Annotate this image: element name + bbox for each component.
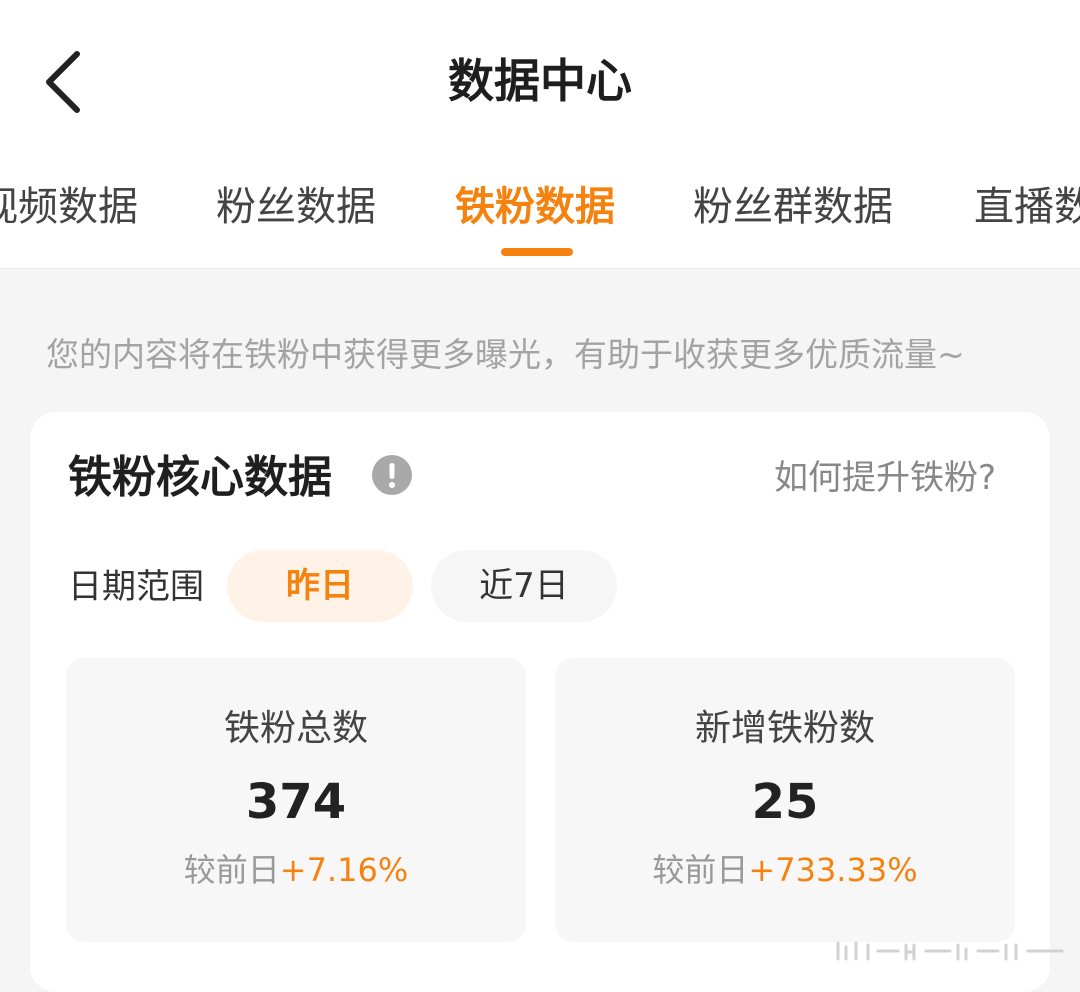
tab-video-data[interactable]: 视频数据 — [0, 183, 138, 231]
info-icon[interactable] — [372, 455, 412, 495]
stat-change: 较前日+7.16% — [66, 848, 526, 892]
tab-bar: 视频数据 粉丝数据 铁粉数据 粉丝群数据 直播数据 — [0, 165, 1080, 269]
change-value: +733.33% — [748, 851, 918, 889]
page-title: 数据中心 — [448, 54, 632, 108]
change-value: +7.16% — [279, 851, 409, 889]
core-data-card: 铁粉核心数据 如何提升铁粉? 日期范围 昨日 近7日 铁粉总数 374 较前日+… — [30, 412, 1050, 992]
stat-value: 374 — [245, 774, 347, 830]
date-range-label: 日期范围 — [68, 567, 204, 607]
tab-iron-fans-data[interactable]: 铁粉数据 — [455, 183, 615, 231]
date-option-last-7-days[interactable]: 近7日 — [431, 550, 617, 622]
date-option-yesterday[interactable]: 昨日 — [227, 550, 413, 622]
tab-live-data[interactable]: 直播数据 — [974, 183, 1080, 231]
stat-label: 铁粉总数 — [223, 708, 368, 749]
tab-fan-group-data[interactable]: 粉丝群数据 — [693, 183, 893, 231]
stat-new-iron-fans: 新增铁粉数 25 较前日+733.33% — [555, 658, 1015, 942]
how-to-improve-link[interactable]: 如何提升铁粉? — [774, 456, 996, 500]
stat-value: 25 — [751, 774, 819, 830]
compare-label: 较前日 — [652, 851, 749, 889]
top-bar: 数据中心 — [0, 0, 1080, 165]
card-title: 铁粉核心数据 — [68, 452, 332, 503]
stat-total-iron-fans: 铁粉总数 374 较前日+7.16% — [66, 658, 526, 942]
stat-change: 较前日+733.33% — [555, 848, 1015, 892]
watermark-logo — [836, 941, 1064, 961]
tab-fans-data[interactable]: 粉丝数据 — [216, 183, 376, 231]
compare-label: 较前日 — [183, 851, 280, 889]
hint-text: 您的内容将在铁粉中获得更多曝光，有助于收获更多优质流量~ — [46, 335, 965, 374]
active-tab-indicator — [501, 248, 573, 256]
stat-label: 新增铁粉数 — [694, 708, 875, 749]
